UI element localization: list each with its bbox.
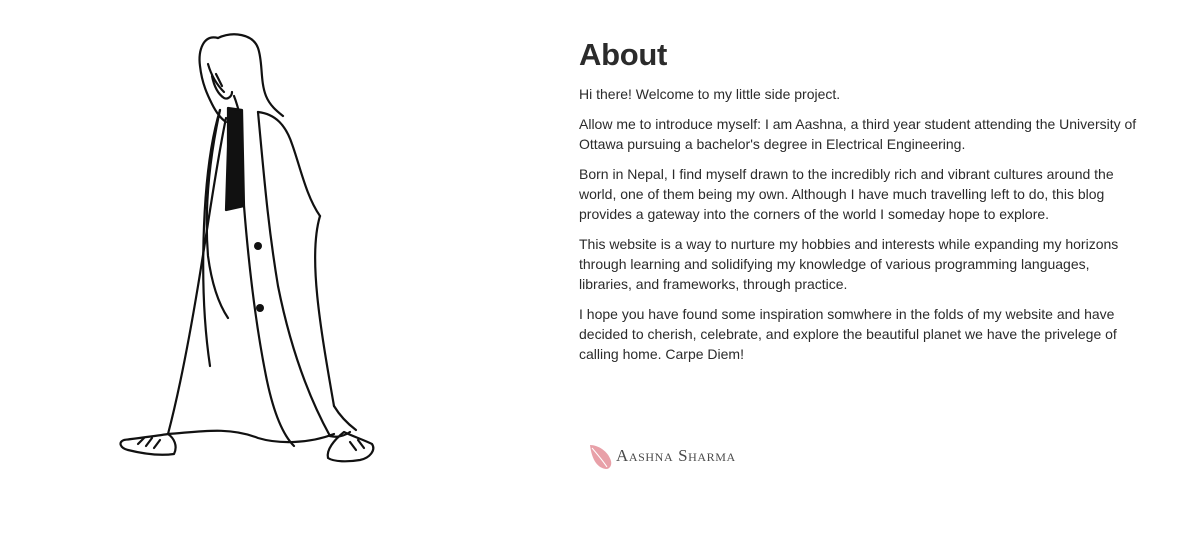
about-paragraph: Born in Nepal, I find myself drawn to th…: [579, 166, 1114, 222]
leaf-icon: [590, 445, 612, 469]
page-title: About: [579, 37, 668, 72]
about-paragraph: Allow me to introduce myself: I am Aashn…: [579, 116, 1137, 152]
about-paragraph: Hi there! Welcome to my little side proj…: [579, 86, 841, 102]
signature-logo: Aashna Sharma: [588, 440, 736, 472]
about-section: About Hi there! Welcome to my little sid…: [579, 36, 1139, 374]
signature-name: Aashna Sharma: [616, 446, 736, 465]
about-paragraph: This website is a way to nurture my hobb…: [579, 236, 1119, 292]
walking-woman-illustration: [119, 33, 375, 463]
about-paragraph: I hope you have found some inspiration s…: [579, 306, 1117, 362]
